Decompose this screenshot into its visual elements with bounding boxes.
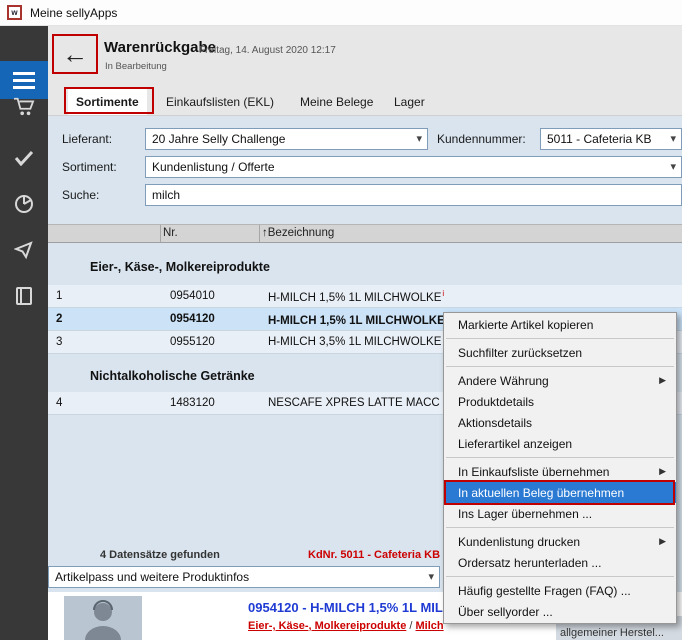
menu-separator: [446, 366, 674, 367]
kundennummer-label: Kundennummer:: [437, 132, 526, 146]
product-image: [64, 596, 142, 640]
column-divider: [259, 225, 260, 242]
chevron-down-icon: ▾: [670, 160, 676, 173]
article-name: H-MILCH 3,5% 1L MILCHWOLKE: [259, 336, 441, 348]
tag-icon[interactable]: [0, 234, 48, 266]
product-title-link[interactable]: 0954120 - H-MILCH 1,5% 1L MIL: [248, 600, 443, 615]
book-icon[interactable]: [0, 280, 48, 312]
article-number: 0954120: [160, 313, 259, 325]
menu-item-copy-articles[interactable]: Markierte Artikel kopieren: [444, 314, 676, 335]
menu-item-show-supplier-articles[interactable]: Lieferartikel anzeigen: [444, 433, 676, 454]
menu-item-faq[interactable]: Häufig gestellte Fragen (FAQ) ...: [444, 580, 676, 601]
menu-separator: [446, 338, 674, 339]
submenu-arrow-icon: ▶: [659, 536, 666, 547]
submenu-arrow-icon: ▶: [659, 466, 666, 477]
tab-meine-belege[interactable]: Meine Belege: [292, 89, 381, 115]
lieferant-value: 20 Jahre Selly Challenge: [152, 132, 285, 146]
column-divider: [160, 225, 161, 242]
productinfo-value: Artikelpass und weitere Produktinfos: [55, 570, 249, 584]
chevron-down-icon: ▾: [428, 570, 434, 583]
table-header[interactable]: Nr. ↑Bezeichnung: [48, 224, 682, 243]
row-index: 3: [48, 336, 160, 348]
breadcrumb-separator: /: [409, 620, 412, 632]
window-title: Meine sellyApps: [30, 6, 117, 20]
suche-label: Suche:: [62, 188, 99, 202]
context-menu: Markierte Artikel kopieren Suchfilter zu…: [443, 312, 677, 624]
menu-separator: [446, 527, 674, 528]
article-name: H-MILCH 1,5% 1L MILCHWOLKEi: [259, 312, 448, 327]
record-count: 4 Datensätze gefunden: [100, 549, 220, 561]
article-name: NESCAFE XPRES LATTE MACC: [259, 397, 440, 409]
menu-item-reset-filter[interactable]: Suchfilter zurücksetzen: [444, 342, 676, 363]
menu-item-to-current-document[interactable]: In aktuellen Beleg übernehmen: [444, 482, 676, 503]
info-marker: i: [442, 289, 444, 298]
table-row[interactable]: 1 0954010 H-MILCH 1,5% 1L MILCHWOLKEi: [48, 285, 682, 308]
page-date: Freitag, 14. August 2020 12:17: [199, 45, 336, 56]
app-icon: w: [7, 5, 22, 20]
menu-separator: [446, 576, 674, 577]
tab-bar: Sortimente Einkaufslisten (EKL) Meine Be…: [48, 86, 682, 116]
kundennummer-dropdown[interactable]: 5011 - Cafeteria KB ▾: [540, 128, 682, 150]
menu-item-download-orderset[interactable]: Ordersatz herunterladen ...: [444, 552, 676, 573]
cart-icon[interactable]: [0, 90, 48, 122]
article-number: 0955120: [160, 336, 259, 348]
row-index: 2: [48, 313, 160, 325]
tab-einkaufslisten[interactable]: Einkaufslisten (EKL): [158, 89, 282, 115]
breadcrumb: Eier-, Käse-, Molkereiprodukte / Milch: [248, 620, 444, 632]
menu-item-about[interactable]: Über sellyorder ...: [444, 601, 676, 622]
group-header: Eier-, Käse-, Molkereiprodukte: [48, 253, 682, 281]
menu-item-product-details[interactable]: Produktdetails: [444, 391, 676, 412]
back-button[interactable]: ←: [54, 36, 96, 72]
lieferant-dropdown[interactable]: 20 Jahre Selly Challenge ▾: [145, 128, 428, 150]
menu-item-other-currency[interactable]: Andere Währung▶: [444, 370, 676, 391]
row-index: 4: [48, 397, 160, 409]
column-header-bezeichnung[interactable]: ↑Bezeichnung: [262, 227, 334, 239]
menu-item-to-shopping-list[interactable]: In Einkaufsliste übernehmen▶: [444, 461, 676, 482]
column-header-nr[interactable]: Nr.: [163, 227, 178, 239]
pie-chart-icon[interactable]: [0, 188, 48, 220]
page-status-badge: In Bearbeitung: [105, 61, 167, 72]
article-number: 1483120: [160, 397, 259, 409]
chevron-down-icon: ▾: [670, 132, 676, 145]
submenu-arrow-icon: ▶: [659, 375, 666, 386]
article-number: 0954010: [160, 290, 259, 302]
search-input[interactable]: [145, 184, 682, 206]
lieferant-label: Lieferant:: [62, 132, 112, 146]
menu-item-to-warehouse[interactable]: Ins Lager übernehmen ...: [444, 503, 676, 524]
row-index: 1: [48, 290, 160, 302]
productinfo-dropdown[interactable]: Artikelpass und weitere Produktinfos ▾: [48, 566, 440, 588]
customer-number-status: KdNr. 5011 - Cafeteria KB: [308, 549, 440, 561]
page-header: [48, 26, 682, 86]
window-titlebar: w Meine sellyApps: [0, 0, 682, 26]
tab-sortimente[interactable]: Sortimente: [68, 89, 147, 115]
tab-lager[interactable]: Lager: [386, 89, 433, 115]
sortiment-dropdown[interactable]: Kundenlistung / Offerte ▾: [145, 156, 682, 178]
kundennummer-value: 5011 - Cafeteria KB: [547, 132, 652, 146]
article-name: H-MILCH 1,5% 1L MILCHWOLKEi: [259, 289, 444, 304]
sortiment-value: Kundenlistung / Offerte: [152, 160, 275, 174]
breadcrumb-category-link[interactable]: Eier-, Käse-, Molkereiprodukte: [248, 620, 406, 632]
sortiment-label: Sortiment:: [62, 160, 117, 174]
chevron-down-icon: ▾: [416, 132, 422, 145]
sidebar: [0, 26, 48, 640]
menu-item-print-customer-listing[interactable]: Kundenlistung drucken▶: [444, 531, 676, 552]
menu-item-action-details[interactable]: Aktionsdetails: [444, 412, 676, 433]
breadcrumb-sub-link[interactable]: Milch: [416, 620, 444, 632]
checkmark-icon[interactable]: [0, 142, 48, 174]
menu-separator: [446, 457, 674, 458]
